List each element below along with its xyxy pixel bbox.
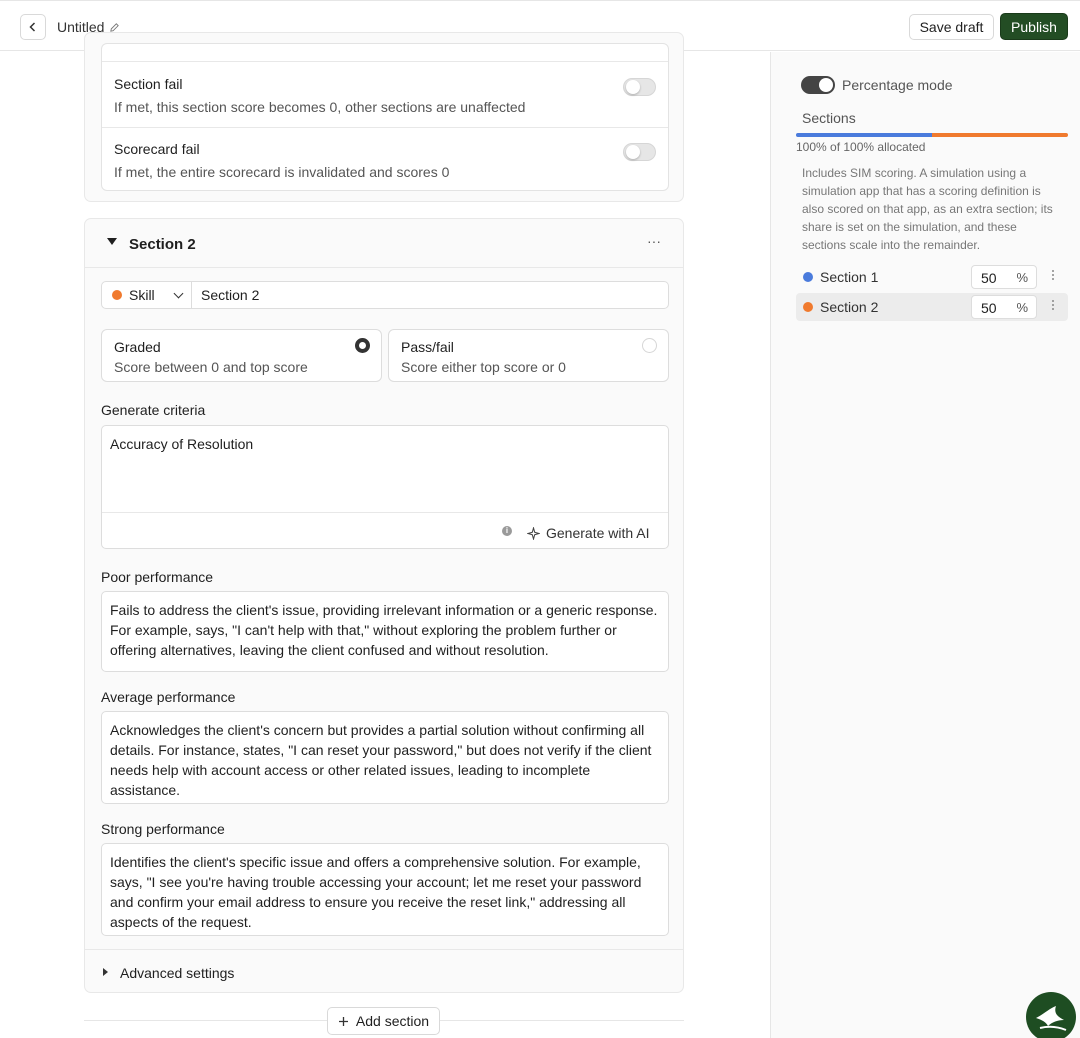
strong-performance-label: Strong performance	[101, 821, 225, 837]
percentage-mode-toggle[interactable]	[801, 76, 835, 94]
section-row-1[interactable]: Section 1 50 %	[796, 263, 1068, 291]
sim-scoring-note: Includes SIM scoring. A simulation using…	[802, 166, 1053, 252]
section-type-select[interactable]: Skill	[102, 282, 192, 308]
poor-performance-label: Poor performance	[101, 569, 214, 585]
caret-down-icon[interactable]	[107, 238, 117, 245]
section-color-dot	[112, 290, 122, 300]
strong-performance-input[interactable]: Identifies the client's specific issue a…	[101, 843, 669, 936]
pencil-icon	[110, 22, 120, 32]
fail-rules-list: Section fail If met, this section score …	[101, 43, 669, 191]
allocation-segment-section-2	[932, 133, 1068, 137]
section-2-percent-value: 50	[981, 300, 997, 316]
section-1-percent-value: 50	[981, 270, 997, 286]
scorecard-fail-rule: Scorecard fail If met, the entire scorec…	[102, 141, 668, 180]
bird-logo-icon	[1036, 1006, 1067, 1031]
graded-description: Score between 0 and top score	[114, 359, 308, 375]
poor-performance-input[interactable]: Fails to address the client's issue, pro…	[101, 591, 669, 672]
section-type-label: Skill	[129, 287, 155, 303]
section-2-percent-input[interactable]: 50 %	[971, 295, 1037, 319]
advanced-settings-toggle[interactable]: Advanced settings	[85, 949, 683, 993]
brand-logo-icon[interactable]	[1026, 992, 1076, 1038]
sections-heading: Sections	[802, 110, 856, 126]
section-2-card: Section 2 ··· Skill Graded Score between…	[84, 218, 684, 993]
percent-sign: %	[1016, 300, 1028, 315]
generate-criteria-label: Generate criteria	[101, 402, 206, 418]
save-draft-button[interactable]: Save draft	[909, 14, 994, 40]
section-1-name: Section 1	[820, 269, 879, 285]
rule-divider	[102, 127, 668, 128]
section-fail-rule: Section fail If met, this section score …	[102, 76, 668, 115]
section-fail-toggle[interactable]	[623, 78, 656, 96]
generate-with-ai-button[interactable]: Generate with AI	[527, 523, 650, 543]
allocation-bar	[796, 133, 1068, 137]
allocated-text: 100% of 100% allocated	[796, 140, 926, 154]
generate-criteria-box: Accuracy of Resolution i Generate with A…	[101, 425, 669, 549]
generate-with-ai-label: Generate with AI	[546, 525, 650, 541]
percentage-mode-label: Percentage mode	[842, 77, 953, 93]
fail-rules-divider	[102, 44, 668, 62]
caret-right-icon	[103, 968, 108, 976]
publish-button[interactable]: Publish	[1000, 13, 1068, 40]
scorecard-fail-toggle[interactable]	[623, 143, 656, 161]
info-icon[interactable]: i	[502, 526, 512, 536]
plus-icon	[338, 1016, 348, 1026]
add-section-label: Add section	[355, 1013, 430, 1029]
chevron-down-icon	[173, 288, 184, 299]
graded-option[interactable]: Graded Score between 0 and top score	[101, 329, 382, 382]
graded-radio[interactable]	[355, 338, 370, 353]
average-performance-input[interactable]: Acknowledges the client's concern but pr…	[101, 711, 669, 804]
scorecard-fail-title: Scorecard fail	[114, 141, 200, 157]
section-fail-description: If met, this section score becomes 0, ot…	[114, 99, 526, 115]
generate-footer: i Generate with AI	[102, 512, 668, 548]
section-fail-title: Section fail	[114, 76, 183, 92]
section-2-color-dot	[803, 302, 813, 312]
percent-sign: %	[1016, 270, 1028, 285]
main-content: Section fail If met, this section score …	[0, 32, 770, 1038]
section-1-percent-input[interactable]: 50 %	[971, 265, 1037, 289]
passfail-description: Score either top score or 0	[401, 359, 566, 375]
section-2-more-icon[interactable]	[1052, 298, 1054, 312]
passfail-option[interactable]: Pass/fail Score either top score or 0	[388, 329, 669, 382]
scorecard-fail-description: If met, the entire scorecard is invalida…	[114, 164, 450, 180]
advanced-settings-label: Advanced settings	[120, 965, 235, 981]
section-1-more-icon[interactable]	[1052, 268, 1054, 282]
passfail-title: Pass/fail	[401, 339, 454, 355]
section-row-2[interactable]: Section 2 50 %	[796, 293, 1068, 321]
graded-title: Graded	[114, 339, 161, 355]
allocation-segment-section-1	[796, 133, 932, 137]
section-1-card: Section fail If met, this section score …	[84, 32, 684, 202]
average-performance-label: Average performance	[101, 689, 236, 705]
section-name-row: Skill	[101, 281, 669, 309]
section-2-name: Section 2	[820, 299, 879, 315]
section-2-title: Section 2	[129, 236, 196, 253]
section-2-header[interactable]: Section 2 ···	[85, 219, 683, 268]
generate-criteria-input[interactable]: Accuracy of Resolution	[102, 426, 668, 512]
more-options-icon[interactable]: ···	[647, 233, 661, 249]
passfail-radio[interactable]	[642, 338, 657, 353]
sparkle-icon	[527, 526, 540, 540]
section-name-input[interactable]	[193, 282, 668, 308]
section-1-color-dot	[803, 272, 813, 282]
chevron-left-icon	[29, 22, 36, 32]
back-button[interactable]	[20, 14, 46, 40]
allocation-panel: Percentage mode Sections 100% of 100% al…	[770, 52, 1080, 1038]
add-section-button[interactable]: Add section	[327, 1007, 440, 1035]
